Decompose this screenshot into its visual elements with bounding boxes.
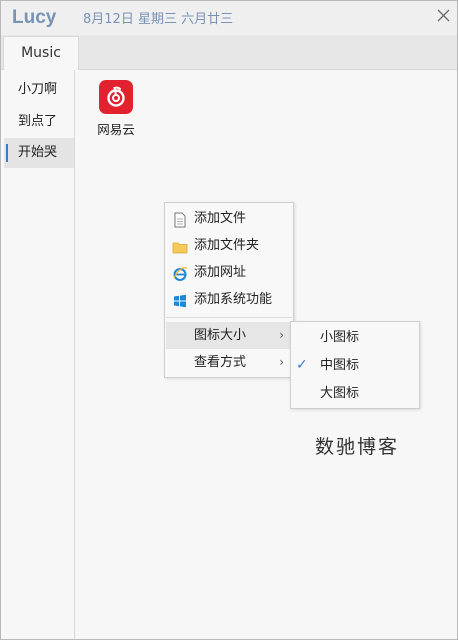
date-display: 8月12日 星期三 六月廿三 bbox=[83, 12, 234, 27]
ie-browser-icon bbox=[172, 265, 188, 281]
menu-item-add-folder[interactable]: 添加文件夹 bbox=[166, 232, 292, 259]
submenu-item-small[interactable]: 小图标 bbox=[292, 324, 418, 351]
submenu-item-label: 小图标 bbox=[320, 330, 360, 345]
close-icon bbox=[437, 9, 450, 22]
sidebar: 小刀啊 到点了 开始哭 bbox=[1, 70, 75, 639]
sidebar-item-1[interactable]: 小刀啊 bbox=[4, 75, 74, 105]
menu-item-add-system[interactable]: 添加系统功能 bbox=[166, 286, 292, 313]
menu-item-label: 添加文件夹 bbox=[194, 238, 260, 253]
title-bar: Lucy 8月12日 星期三 六月廿三 bbox=[1, 1, 457, 35]
netease-cloud-music-icon bbox=[99, 80, 133, 114]
checkmark-icon: ✓ bbox=[296, 357, 308, 373]
menu-item-label: 添加文件 bbox=[194, 211, 247, 226]
chevron-right-icon: › bbox=[279, 355, 284, 369]
tab-music[interactable]: Music bbox=[3, 36, 79, 70]
sidebar-item-3[interactable]: 开始哭 bbox=[4, 138, 74, 168]
menu-item-label: 查看方式 bbox=[194, 355, 247, 370]
menu-item-add-url[interactable]: 添加网址 bbox=[166, 259, 292, 286]
submenu-item-large[interactable]: 大图标 bbox=[292, 380, 418, 407]
menu-item-label: 添加网址 bbox=[194, 265, 247, 280]
app-name: Lucy bbox=[12, 7, 57, 28]
submenu-item-label: 大图标 bbox=[320, 386, 360, 401]
menu-item-icon-size[interactable]: 图标大小 › bbox=[166, 322, 292, 349]
tab-bar: Music bbox=[1, 35, 457, 70]
app-tile-netease[interactable]: 网易云 bbox=[92, 80, 140, 138]
close-button[interactable] bbox=[433, 3, 455, 27]
context-menu: 添加文件 添加文件夹 添加网址 添加系统功能 图标大小 › 查看方式 › bbox=[164, 202, 294, 378]
menu-separator bbox=[166, 317, 292, 318]
icon-size-submenu: 小图标 ✓ 中图标 大图标 bbox=[290, 321, 420, 409]
submenu-item-label: 中图标 bbox=[320, 358, 360, 373]
app-label: 网易云 bbox=[97, 122, 135, 137]
menu-item-label: 图标大小 bbox=[194, 328, 247, 343]
submenu-item-medium[interactable]: ✓ 中图标 bbox=[292, 352, 418, 379]
file-icon bbox=[172, 211, 188, 228]
menu-item-view-mode[interactable]: 查看方式 › bbox=[166, 349, 292, 376]
windows-icon bbox=[172, 292, 188, 308]
folder-icon bbox=[172, 238, 188, 254]
watermark-text: 数驰博客 bbox=[315, 436, 400, 458]
menu-item-label: 添加系统功能 bbox=[194, 292, 273, 307]
sidebar-item-2[interactable]: 到点了 bbox=[4, 107, 74, 137]
chevron-right-icon: › bbox=[279, 328, 284, 342]
menu-item-add-file[interactable]: 添加文件 bbox=[166, 205, 292, 232]
